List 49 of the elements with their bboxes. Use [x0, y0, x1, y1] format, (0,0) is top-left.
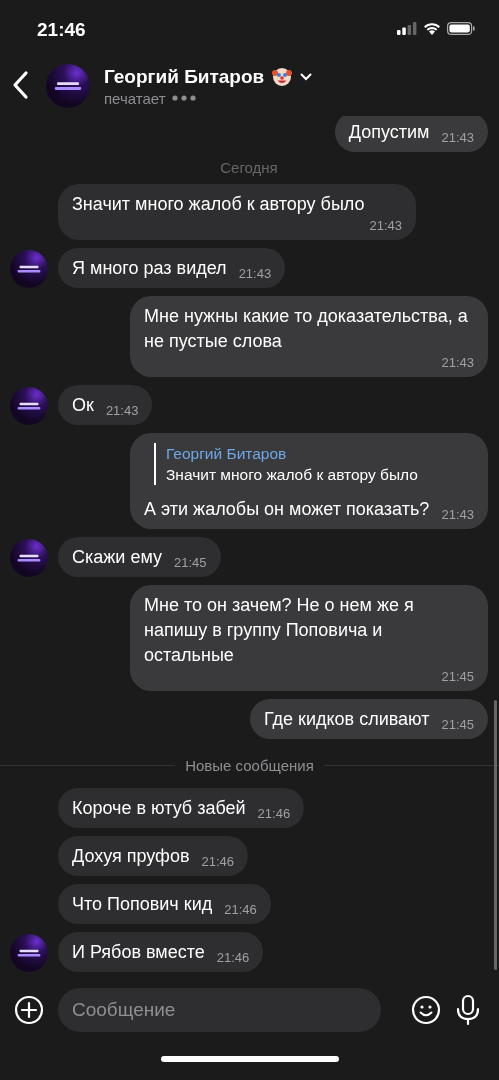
message-text: Значит много жалоб к автору было [72, 193, 365, 216]
message-text: Короче в ютуб забей [72, 797, 246, 820]
date-label: Сегодня [219, 158, 279, 178]
contact-name[interactable]: Георгий Битаров [104, 65, 265, 88]
message-time: 21:43 [105, 402, 139, 420]
reply-quote[interactable]: Георгий Битаров Значит много жалоб к автору было [154, 443, 474, 485]
reply-author: Георгий Битаров [166, 444, 288, 464]
message-time: 21:43 [441, 129, 474, 147]
message-text: Ок [72, 394, 94, 417]
message-time: 21:45 [441, 668, 474, 686]
message-time: 21:46 [257, 805, 291, 823]
avatar[interactable] [10, 539, 48, 577]
avatar[interactable] [10, 250, 48, 288]
avatar[interactable] [10, 934, 48, 972]
message-time: 21:43 [369, 217, 402, 235]
signal-icon [397, 21, 417, 35]
message-input[interactable]: Сообщение [58, 988, 381, 1032]
battery-icon [447, 21, 475, 35]
message-text: Мне нужны какие то доказательства, а не пустые слова [144, 305, 469, 353]
message-time: 21:43 [441, 354, 474, 372]
reply-text: Значит много жалоб к автору было [166, 465, 419, 485]
emoji-icon[interactable] [411, 995, 441, 1025]
message-time: 21:46 [201, 853, 235, 871]
message-text: Мне то он зачем? Не о нем же я напишу в группу Поповича и остальные [144, 594, 415, 667]
typing-dots-icon [171, 95, 196, 101]
message-text: И Рябов вместе [72, 941, 205, 964]
message-time: 21:45 [173, 554, 207, 572]
message-time: 21:43 [238, 265, 272, 283]
avatar[interactable] [46, 64, 90, 108]
clown-emoji-icon [272, 66, 293, 87]
avatar[interactable] [10, 387, 48, 425]
typing-status: печатает [104, 89, 166, 107]
message-time: 21:43 [441, 506, 474, 524]
message-text: Где кидков сливают [264, 708, 430, 731]
message-text: Я много раз видел [72, 257, 227, 280]
message-text: А эти жалобы он может показать? [144, 498, 430, 521]
message-time: 21:46 [216, 949, 250, 967]
microphone-icon[interactable] [455, 994, 481, 1026]
message-text: Что Попович кид [72, 893, 213, 916]
message-text: Допустим [348, 121, 430, 144]
wifi-icon [423, 21, 441, 35]
message-text: Скажи ему [72, 546, 162, 569]
new-messages-divider: Новые сообщения [185, 757, 314, 774]
clock: 21:46 [37, 18, 87, 41]
message-time: 21:45 [441, 716, 474, 734]
message-time: 21:46 [224, 901, 257, 919]
message-text: Дохуя пруфов [72, 845, 190, 868]
add-icon[interactable] [14, 995, 44, 1025]
chevron-down-icon[interactable] [300, 72, 313, 81]
